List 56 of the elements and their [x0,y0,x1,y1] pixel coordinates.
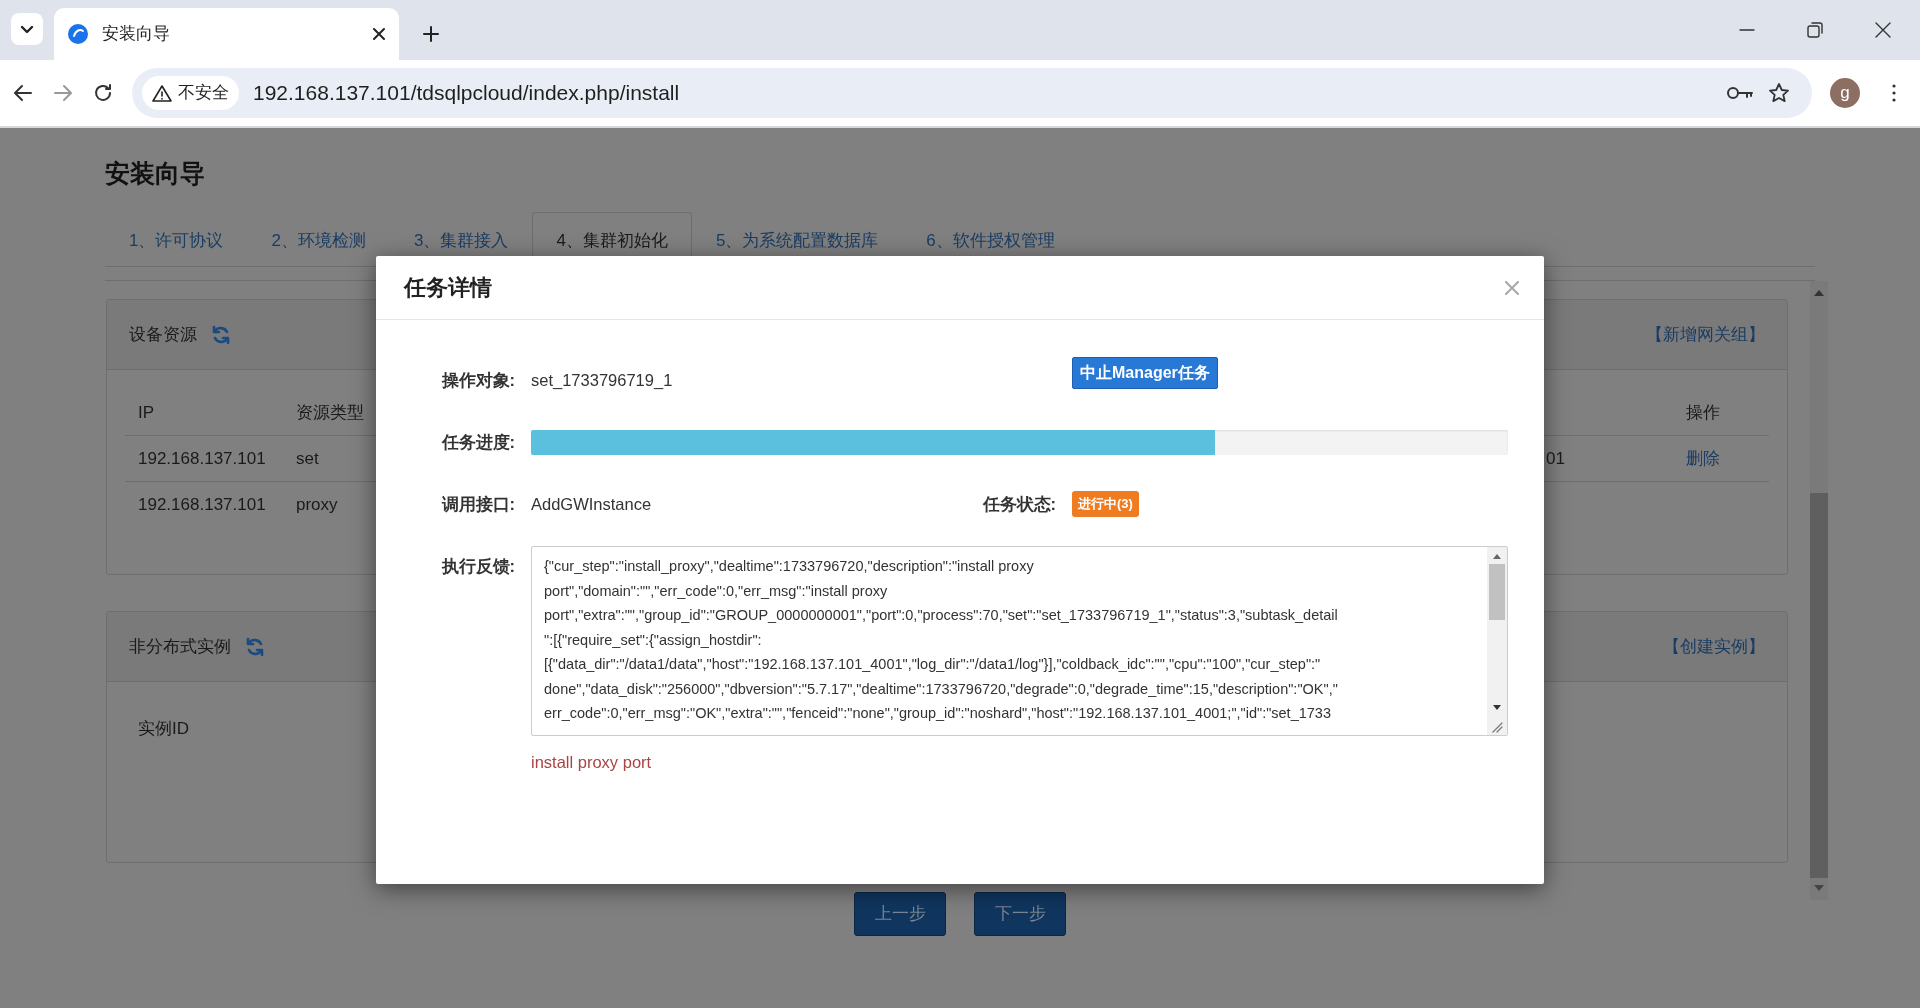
menu-icon[interactable] [1890,82,1898,104]
delete-link[interactable]: 删除 [1686,449,1720,468]
column-header: 操作 [1686,403,1720,422]
forward-icon[interactable] [52,82,74,104]
step-tab[interactable]: 5、为系统配置数据库 [691,212,903,267]
column-header: 实例ID [138,719,189,738]
dropdown-icon[interactable] [10,12,44,46]
security-chip[interactable]: 不安全 [142,76,239,110]
profile-avatar[interactable]: g [1830,78,1860,108]
dialog-title: 任务详情 [404,274,492,302]
field-label: 任务进度: [441,431,515,453]
table-cell: 192.168.137.101 [138,449,266,468]
site-logo-icon [66,22,90,46]
table-cell: 01 [1546,449,1565,468]
column-header: IP [138,403,155,422]
step-nav-button[interactable]: 下一步 [974,892,1066,936]
step-tab[interactable]: 2、环境检测 [247,212,390,267]
scroll-up-arrow-icon[interactable] [1813,289,1825,297]
error-message: install proxy port [531,753,652,771]
field-value: set_1733796719_1 [531,369,673,391]
resize-handle-icon[interactable] [1491,721,1503,733]
key-icon[interactable] [1726,84,1754,102]
step-tab[interactable]: 6、软件授权管理 [902,212,1079,267]
column-header: 资源类型 [296,403,364,422]
panel-title: 非分布式实例 [129,635,231,658]
panel-action-link[interactable]: 【创建实例】 [1663,633,1765,660]
field-label: 任务状态: [982,493,1056,515]
reload-icon[interactable] [92,82,114,104]
field-label: 执行反馈: [441,556,515,577]
scrollbar[interactable] [1810,281,1828,900]
star-icon[interactable] [1768,82,1790,104]
panel-action-link[interactable]: 【新增网关组】 [1646,321,1765,348]
step-tab[interactable]: 3、集群接入 [389,212,533,267]
stop-task-button[interactable]: 中止Manager任务 [1072,357,1218,389]
restore-icon[interactable] [1806,21,1824,39]
status-badge: 进行中(3) [1072,491,1139,517]
warning-icon [152,84,172,102]
table-cell: 192.168.137.101 [138,495,266,514]
scrollbar-thumb[interactable] [1489,564,1505,620]
table-cell: proxy [296,495,338,514]
field-value: AddGWInstance [531,493,652,515]
field-label: 调用接口: [441,493,515,515]
step-tab[interactable]: 1、许可协议 [105,212,248,267]
table-cell: set [296,449,319,468]
url-text[interactable]: 192.168.137.101/tdsqlpcloud/index.php/install [253,77,1712,109]
step-nav-button[interactable]: 上一步 [854,892,946,936]
close-icon[interactable] [371,26,387,42]
close-icon[interactable] [1874,21,1892,39]
scroll-up-arrow-icon[interactable] [1492,553,1502,560]
new-tab-icon[interactable] [421,24,441,44]
scroll-down-arrow-icon[interactable] [1492,704,1502,711]
feedback-field[interactable]: {"cur_step":"install_proxy","dealtime":1733796720,"description":"install proxy port","domain":"","err_code":0,"err_msg":"install proxy port","extra":"","group_id":"GROUP_0000000001","port":0,"process":70,"set":"set_1733796719_1","status":3,"subtask_detail ":[{"require_set":{"assign_hostdir": [{"data_dir":"/data1/data","host":"192.168.137.101_4001","log_dir":"/data1/log"}],"coldback_idc":"","cpu":"100","cur_step":" done","data_disk":"256000","dbversion":"5.7.17","dealtime":1733796720,"degrade":0,"degrade_time":15,"description":"OK"," err_code":0,"err_msg":"OK","extra":"","fenceid":"none","group_id":"noshard","host":"192.168.137.101_4001;","id":"set_1733 [531,546,1508,736]
page-title: 安装向导 [105,158,206,188]
panel-title: 设备资源 [129,323,197,346]
back-icon[interactable] [12,82,34,104]
field-label: 操作对象: [441,369,515,391]
